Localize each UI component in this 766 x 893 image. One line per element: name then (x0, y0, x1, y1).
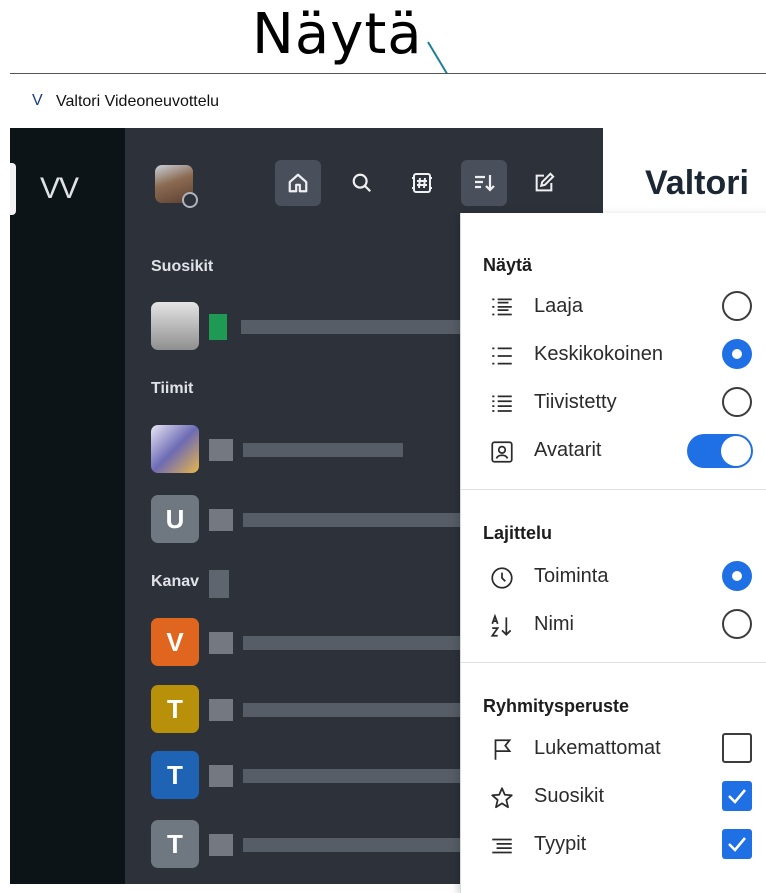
avatar-icon (491, 441, 513, 463)
view-options-menu: Näytä Laaja Keskikokoinen Tiivistetty Av… (460, 213, 766, 893)
section-channels: Kanav (151, 573, 200, 590)
compose-icon (535, 172, 555, 192)
redacted-block (209, 439, 233, 461)
menu-item-label: Laaja (534, 295, 583, 317)
menu-item-label: Toiminta (534, 565, 609, 587)
menu-item-avatars[interactable]: Avatarit (489, 431, 766, 471)
redacted-text (243, 838, 473, 852)
section-favorites: Suosikit (151, 258, 214, 275)
channel-icon (412, 173, 432, 193)
redacted-block (209, 834, 233, 856)
sort-icon (475, 175, 495, 192)
channel-initial-avatar: V (151, 618, 199, 666)
checkmark-icon (728, 789, 746, 804)
team-avatar (151, 425, 199, 473)
redacted-text (243, 636, 473, 650)
favorite-avatar (151, 302, 199, 350)
redacted-block (209, 699, 233, 721)
menu-item-sort-name[interactable]: Nimi (489, 605, 766, 645)
menu-item-label: Tyypit (534, 833, 587, 855)
redacted-block (209, 570, 229, 598)
menu-divider (461, 662, 766, 663)
redacted-block (209, 509, 233, 531)
presence-status-icon (182, 192, 198, 208)
toggle-knob (721, 436, 751, 466)
team-initial-avatar: U (151, 495, 199, 543)
menu-item-label: Keskikokoinen (534, 343, 663, 365)
flag-icon (494, 739, 512, 760)
home-icon (288, 173, 308, 193)
radio-sort-name[interactable] (722, 609, 752, 639)
radio-medium[interactable] (722, 339, 752, 369)
app-icon: V (32, 92, 43, 109)
menu-item-label: Suosikit (534, 785, 605, 807)
channel-initial-avatar: T (151, 685, 199, 733)
redacted-text (243, 769, 473, 783)
redacted-block (209, 765, 233, 787)
star-icon (491, 787, 513, 809)
radio-sort-activity[interactable] (722, 561, 752, 591)
checkmark-icon (728, 837, 746, 852)
rail-active-indicator (10, 163, 16, 215)
redacted-text (243, 513, 473, 527)
workspace-button[interactable]: VV (40, 172, 79, 206)
channel-initial-avatar: T (151, 751, 199, 799)
view-options-button[interactable] (461, 160, 507, 206)
checkbox-favorites[interactable] (722, 781, 752, 811)
menu-item-wide[interactable]: Laaja (489, 287, 766, 327)
menu-item-group-favorites[interactable]: Suosikit (489, 777, 766, 817)
menu-item-medium[interactable]: Keskikokoinen (489, 335, 766, 375)
menu-header-view: Näytä (483, 255, 533, 275)
channels-button[interactable] (399, 160, 445, 206)
wide-list-icon (492, 298, 512, 316)
menu-item-label: Avatarit (534, 439, 602, 461)
compact-list-icon (492, 395, 512, 412)
avatars-toggle[interactable] (687, 434, 753, 468)
section-teams: Tiimit (151, 380, 194, 397)
checkbox-types[interactable] (722, 829, 752, 859)
redacted-block (209, 314, 227, 340)
radio-compact[interactable] (722, 387, 752, 417)
types-icon (492, 838, 512, 854)
search-icon (352, 173, 372, 193)
home-button[interactable] (275, 160, 321, 206)
redacted-block (209, 632, 233, 654)
menu-item-group-types[interactable]: Tyypit (489, 825, 766, 865)
menu-item-label: Nimi (534, 613, 574, 635)
checkbox-unread[interactable] (722, 733, 752, 763)
channel-initial-avatar: T (151, 820, 199, 868)
search-button[interactable] (339, 160, 385, 206)
menu-item-compact[interactable]: Tiivistetty (489, 383, 766, 423)
menu-divider (461, 489, 766, 490)
redacted-text (241, 320, 471, 334)
team-rail: VV (10, 128, 125, 884)
redacted-text (243, 703, 473, 717)
clock-icon (491, 567, 513, 589)
user-avatar[interactable] (155, 165, 198, 208)
window-titlebar: V Valtori Videoneuvottelu (10, 73, 766, 128)
window-title: Valtori Videoneuvottelu (56, 93, 220, 110)
alpha-sort-icon (490, 613, 512, 637)
menu-item-label: Lukemattomat (534, 737, 661, 759)
menu-item-group-unread[interactable]: Lukemattomat (489, 729, 766, 769)
radio-wide[interactable] (722, 291, 752, 321)
menu-header-group: Ryhmitysperuste (483, 696, 630, 716)
menu-item-sort-activity[interactable]: Toiminta (489, 557, 766, 597)
menu-item-label: Tiivistetty (534, 391, 617, 413)
medium-list-icon (492, 347, 512, 365)
redacted-text (243, 443, 403, 457)
menu-header-sort: Lajittelu (483, 523, 553, 543)
compose-button[interactable] (521, 160, 567, 206)
page-title: Valtori (645, 164, 749, 202)
